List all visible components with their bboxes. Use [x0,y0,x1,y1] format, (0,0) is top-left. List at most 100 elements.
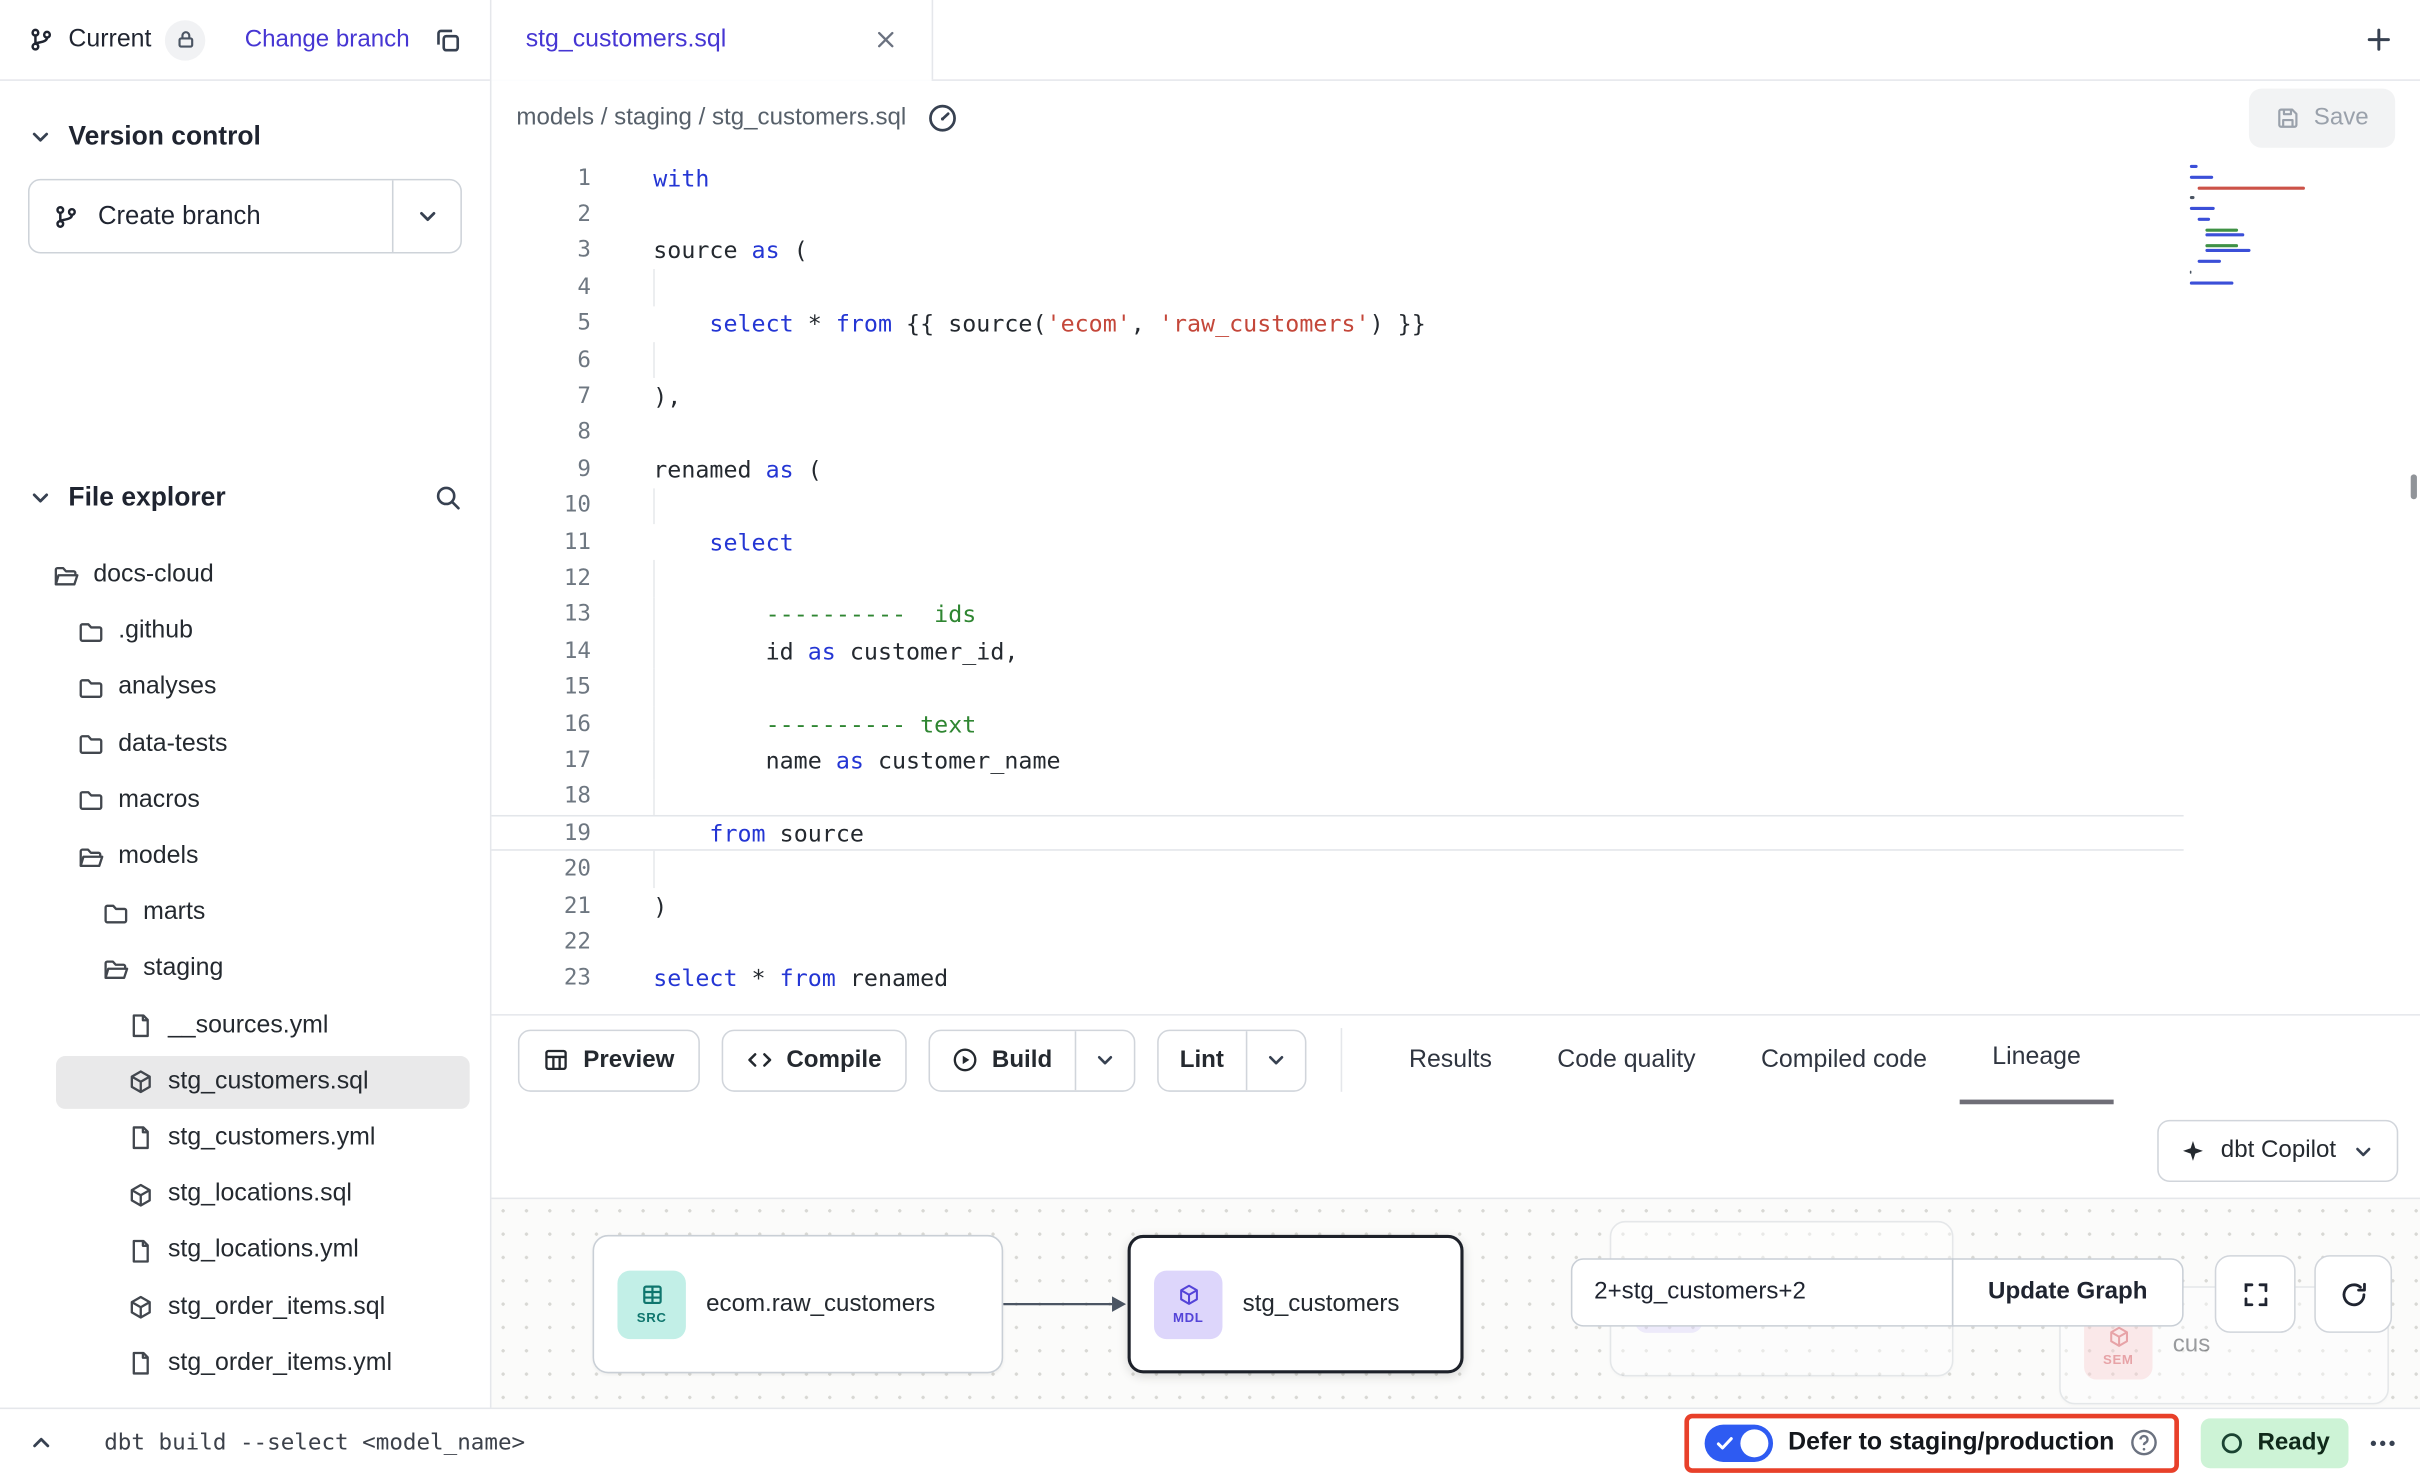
search-icon[interactable] [434,484,462,512]
file-tree-item[interactable]: stg_locations.yml [0,1223,490,1279]
line-number: 2 [491,202,591,227]
code-line[interactable]: 2 [491,197,2183,233]
code-line[interactable]: 22 [491,924,2183,960]
lint-label: Lint [1180,1046,1224,1074]
compile-button[interactable]: Compile [721,1029,906,1091]
file-name: models [118,843,198,871]
code-line[interactable]: 8 [491,415,2183,451]
code-line[interactable]: 11 select [491,524,2183,560]
copy-icon[interactable] [434,26,462,54]
file-tree-item[interactable]: docs-cloud [0,547,490,603]
build-button[interactable]: Build [930,1030,1074,1089]
file-tree-item[interactable]: stg_order_items.sql [0,1279,490,1335]
save-button[interactable]: Save [2248,89,2395,148]
tab-compiled-code[interactable]: Compiled code [1728,1016,1959,1105]
git-branch-icon [28,26,54,52]
code-line[interactable]: 23select * from renamed [491,961,2183,997]
code-line[interactable]: 21) [491,888,2183,924]
preview-label: Preview [583,1046,674,1074]
code-line[interactable]: 5 select * from {{ source('ecom', 'raw_c… [491,306,2183,342]
file-tree-item[interactable]: .github [0,604,490,660]
create-branch-button[interactable]: Create branch [28,179,462,254]
code-line[interactable]: 16 ---------- text [491,706,2183,742]
new-tab-button[interactable] [2336,0,2420,79]
code-line[interactable]: 4 [491,269,2183,305]
lineage-selector-input[interactable] [1571,1258,1954,1326]
file-name: stg_locations.sql [168,1181,352,1209]
minimap[interactable] [2190,165,2321,286]
toolbar-divider [1341,1028,1343,1092]
git-branch-icon [53,203,79,229]
folder-open-icon [103,956,129,982]
dbt-copilot-label: dbt Copilot [2221,1137,2336,1165]
create-branch-main[interactable]: Create branch [30,180,392,252]
gauge-icon[interactable] [926,103,957,134]
file-tree-item[interactable]: marts [0,885,490,941]
lineage-canvas[interactable]: MDL customers SEM cus SRC e [491,1198,2420,1408]
minimap-line [2206,249,2250,252]
close-icon[interactable] [874,28,897,51]
code-line[interactable]: 3source as ( [491,233,2183,269]
help-icon[interactable] [2130,1428,2160,1458]
node-label: stg_customers [1243,1290,1400,1318]
file-tree-item[interactable]: stg_locations.sql [0,1167,490,1223]
code-line[interactable]: 12 [491,560,2183,596]
code-line[interactable]: 7), [491,378,2183,414]
tab-code-quality[interactable]: Code quality [1525,1016,1729,1105]
build-dropdown[interactable] [1074,1030,1133,1089]
file-tree-item[interactable]: analyses [0,660,490,716]
defer-toggle[interactable] [1704,1424,1772,1461]
preview-button[interactable]: Preview [518,1029,699,1091]
lineage-node-model[interactable]: MDL stg_customers [1128,1235,1464,1373]
change-branch-link[interactable]: Change branch [245,26,410,54]
code-line[interactable]: 15 [491,670,2183,706]
code-line[interactable]: 13 ---------- ids [491,597,2183,633]
code-line[interactable]: 10 [491,488,2183,524]
file-tree-item[interactable]: stg_customers.sql [0,1054,490,1110]
code-text: select * from {{ source('ecom', 'raw_cus… [591,310,1426,338]
file-tree-item[interactable]: stg_order_items.yml [0,1335,490,1391]
code-line[interactable]: 1with [491,160,2183,196]
file-tree-item[interactable]: data-tests [0,716,490,772]
code-line[interactable]: 14 id as customer_id, [491,633,2183,669]
code-icon [746,1047,772,1073]
file-tree-item[interactable]: stg_customers.yml [0,1110,490,1166]
lint-button[interactable]: Lint [1158,1030,1246,1089]
save-label: Save [2314,104,2369,132]
file-tree-item[interactable]: macros [0,773,490,829]
dbt-copilot-button[interactable]: dbt Copilot [2157,1120,2398,1182]
tab-lineage[interactable]: Lineage [1960,1016,2114,1105]
code-text: with [591,164,709,192]
file-tree-item[interactable]: __sources.yml [0,998,490,1054]
file-tree-item[interactable]: models [0,829,490,885]
tab-results[interactable]: Results [1376,1016,1524,1105]
refresh-button[interactable] [2314,1255,2392,1333]
scrollbar-thumb[interactable] [2411,474,2417,499]
file-tree-item[interactable]: staging [0,941,490,997]
tab-stg-customers-sql[interactable]: stg_customers.sql [491,0,933,79]
create-branch-dropdown[interactable] [392,180,460,252]
code-editor[interactable]: 1with 2 3source as ( 4 5 select * from {{ so… [491,156,2420,1015]
update-graph-button[interactable]: Update Graph [1952,1258,2184,1326]
lineage-node-source[interactable]: SRC ecom.raw_customers [593,1235,1004,1373]
folder-icon [78,619,104,645]
file-explorer-header[interactable]: File explorer [0,482,490,513]
code-line[interactable]: 20 [491,851,2183,887]
version-control-header[interactable]: Version control [0,121,490,152]
code-text: id as customer_id, [591,637,1018,665]
chevron-up-icon[interactable] [22,1429,61,1455]
code-line[interactable]: 17 name as customer_name [491,742,2183,778]
code-line[interactable]: 6 [491,342,2183,378]
more-options-button[interactable] [2367,1427,2398,1458]
status-ready-badge[interactable]: Ready [2201,1418,2348,1468]
indent-guide [653,851,655,887]
code-line[interactable]: 19 from source [491,815,2183,851]
lint-dropdown[interactable] [1246,1030,1305,1089]
file-name: docs-cloud [93,562,213,590]
fullscreen-button[interactable] [2215,1255,2296,1333]
minimap-line [2190,197,2194,200]
line-number: 4 [491,275,591,300]
code-line[interactable]: 9renamed as ( [491,451,2183,487]
code-line[interactable]: 18 [491,779,2183,815]
model-icon [128,1294,154,1320]
